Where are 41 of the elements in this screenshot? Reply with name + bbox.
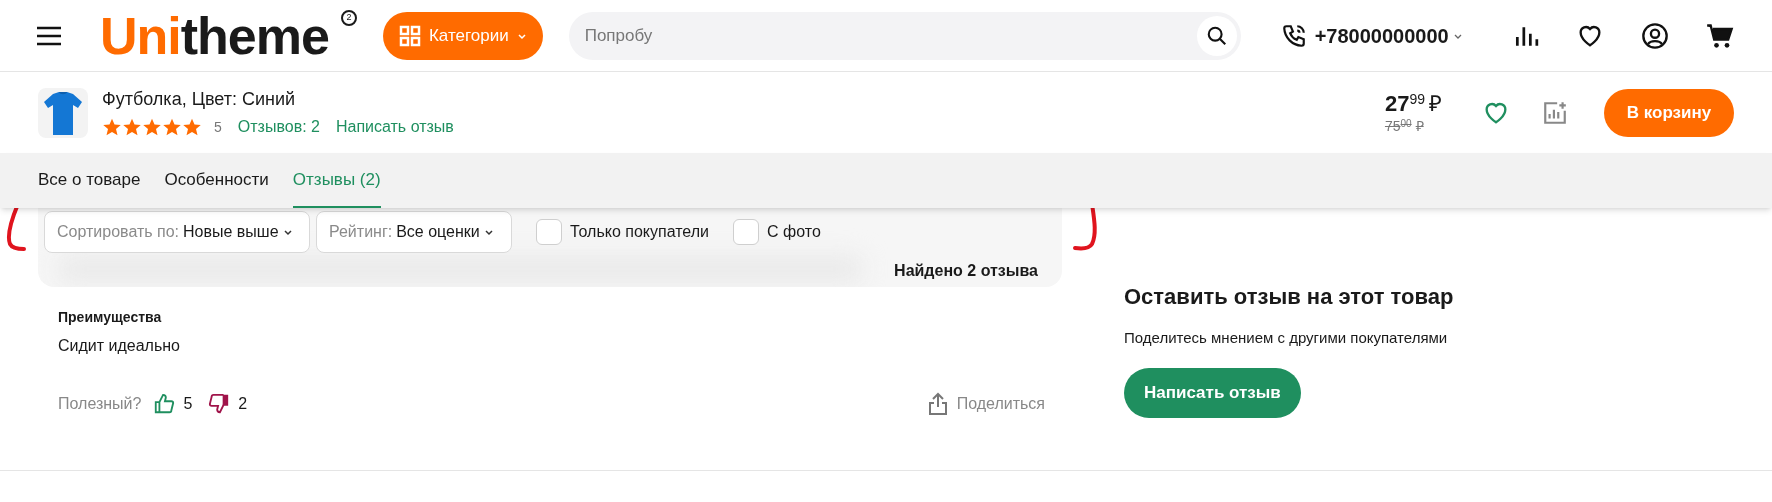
star-icon	[162, 117, 182, 137]
tab[interactable]: Особенности	[164, 153, 269, 208]
checkbox[interactable]	[536, 219, 562, 245]
star-icon	[182, 117, 202, 137]
cart-icon[interactable]	[1706, 21, 1734, 50]
star-icon	[122, 117, 142, 137]
grid-icon	[398, 24, 421, 47]
write-review-button[interactable]: Написать отзыв	[1124, 367, 1301, 418]
side-subtitle: Поделитесь мнением с другими покупателями	[1124, 328, 1449, 348]
logo-badge: 2	[340, 9, 357, 26]
logo[interactable]: Unitheme	[100, 5, 329, 66]
checkbox[interactable]	[733, 219, 759, 245]
dislike-button[interactable]: 2	[208, 392, 248, 416]
checkbox-option[interactable]: С фото	[733, 211, 821, 253]
caret-icon	[282, 227, 293, 237]
checkbox-option[interactable]: Только покупатели	[536, 211, 709, 253]
menu-icon[interactable]	[36, 25, 62, 46]
rating-value: 5	[214, 117, 222, 137]
add-compare-icon[interactable]	[1542, 99, 1568, 126]
star-icon	[142, 117, 162, 137]
phone-icon[interactable]	[1280, 22, 1307, 49]
share-button[interactable]: Поделиться	[926, 392, 1045, 416]
dropdown[interactable]: Сортировать по: Новые выше	[44, 211, 310, 253]
search-field[interactable]: Попробу	[568, 11, 1241, 60]
user-icon[interactable]	[1641, 21, 1669, 50]
share-icon	[926, 392, 949, 416]
side-heading: Оставить отзыв на этот товар	[1124, 283, 1454, 311]
reviews-link[interactable]: Отзывов: 2	[237, 115, 320, 139]
dropdown[interactable]: Рейтинг: Все оценки	[316, 211, 512, 253]
product-title: Футболка, Цвет: Синий	[102, 88, 297, 111]
star-icon	[102, 117, 122, 137]
phone-dropdown[interactable]: +78000000000	[1314, 20, 1463, 51]
tab[interactable]: Отзывы (2)	[292, 153, 381, 208]
helpful-label: Полезный?	[58, 394, 142, 414]
write-review-link[interactable]: Написать отзыв	[335, 115, 454, 139]
section-heading: Преимущества	[58, 308, 163, 327]
found-count: Найдено 2 отзыва	[894, 261, 1038, 281]
like-button[interactable]: 5	[153, 392, 193, 416]
caret-icon	[483, 227, 494, 237]
tab[interactable]: Все о товаре	[38, 153, 141, 208]
review-text: Сидит идеально	[58, 336, 181, 356]
